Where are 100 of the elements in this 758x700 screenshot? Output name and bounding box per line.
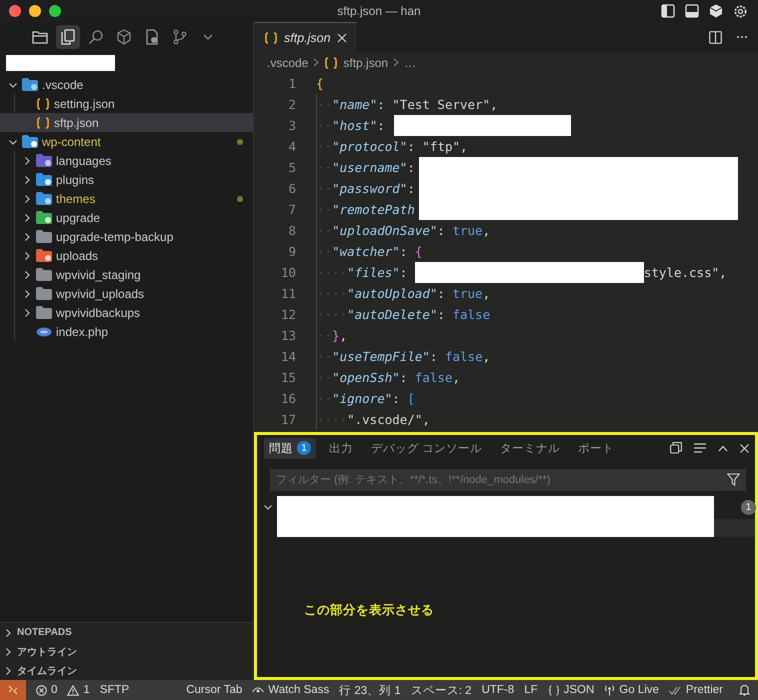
chevron-down-icon[interactable] <box>263 502 273 512</box>
indent-guide: ·· <box>316 367 332 388</box>
code-token: : <box>392 390 401 408</box>
code-token: "files" <box>347 264 400 282</box>
tree-item[interactable]: wpvivid_uploads <box>0 284 253 303</box>
breadcrumb-item[interactable]: .vscode <box>267 56 308 70</box>
file-name: upgrade-temp-backup <box>56 230 174 244</box>
chevron-up-icon[interactable] <box>718 444 728 452</box>
section-header[interactable]: タイムライン <box>0 661 253 680</box>
line-number: 2 <box>287 97 296 112</box>
indent-guide: ·· <box>316 136 332 157</box>
tree-item[interactable]: wpvividbackups <box>0 303 253 322</box>
remote-button[interactable] <box>0 680 26 700</box>
status-item[interactable]: Cursor Tab <box>186 684 242 696</box>
indent-guide: ···· <box>316 262 348 283</box>
more-icon[interactable] <box>736 35 748 39</box>
line-number: 8 <box>287 223 296 238</box>
status-item[interactable]: SFTP <box>100 684 130 696</box>
status-item[interactable]: スペース: 2 <box>410 682 472 698</box>
bell-icon[interactable] <box>739 684 750 696</box>
status-item[interactable]: Go Live <box>604 684 659 696</box>
status-item[interactable]: LF <box>524 684 538 696</box>
code-token: "ignore" <box>332 390 392 408</box>
tree-item[interactable]: uploads <box>0 246 253 265</box>
code-token: "name" <box>332 96 378 114</box>
code-token: , <box>490 96 498 114</box>
folder-icon <box>22 78 38 91</box>
status-item[interactable]: 1 <box>67 684 90 696</box>
code-token: "uploadOnSave" <box>332 222 438 240</box>
code-token: "autoDelete" <box>347 306 438 324</box>
settings-icon[interactable] <box>733 4 748 18</box>
code-token: } <box>332 327 340 345</box>
list-icon[interactable] <box>694 443 706 453</box>
indent-guide: ·· <box>316 115 332 136</box>
tree-item[interactable]: upgrade <box>0 208 253 227</box>
folder-icon <box>36 192 52 205</box>
panel-tab[interactable]: デバッグ コンソール <box>366 438 488 458</box>
file-name: themes <box>56 192 96 206</box>
code-token: "username" <box>332 159 408 177</box>
tree-item[interactable]: plugins <box>0 170 253 189</box>
close-icon[interactable] <box>336 32 347 42</box>
panel-toggle-icon[interactable] <box>685 4 699 18</box>
close-icon[interactable] <box>740 444 749 452</box>
indent-guide: ·· <box>316 178 332 199</box>
status-item[interactable]: 0 <box>36 684 58 696</box>
minimize-window-button[interactable] <box>29 5 41 17</box>
file-name: languages <box>56 154 112 168</box>
line-number: 9 <box>287 244 296 259</box>
sidebar-toggle-icon[interactable] <box>661 4 675 18</box>
copy-icon[interactable] <box>670 442 682 454</box>
indent-guide: ·· <box>316 157 332 178</box>
line-number: 14 <box>280 349 296 364</box>
tree-item[interactable]: .vscode <box>0 75 253 94</box>
braces-icon <box>264 32 278 44</box>
tree-item[interactable]: index.php <box>0 322 253 341</box>
file-name: setting.json <box>54 96 115 110</box>
count-badge: 1 <box>297 441 311 455</box>
code-token: , <box>719 264 727 282</box>
tree-item[interactable]: wpvivid_staging <box>0 265 253 284</box>
breadcrumb-item[interactable]: sftp.json <box>343 56 388 70</box>
status-item[interactable]: Prettier <box>668 684 723 696</box>
status-item[interactable]: 行 23、列 1 <box>339 682 401 698</box>
file-name: uploads <box>56 248 98 262</box>
editor-tab[interactable]: sftp.json <box>254 22 357 52</box>
status-item[interactable]: Watch Sass <box>252 684 330 696</box>
panel-tab[interactable]: 問題 1 <box>264 438 316 458</box>
braces-icon <box>36 116 50 128</box>
status-item[interactable]: UTF-8 <box>482 684 514 696</box>
tree-item[interactable]: languages <box>0 151 253 170</box>
panel-tab[interactable]: ターミナル <box>495 438 566 458</box>
section-header[interactable]: NOTEPADS <box>0 623 253 642</box>
code-token: "password" <box>332 180 408 198</box>
status-item[interactable]: JSON <box>548 684 594 696</box>
code-token: : <box>377 96 386 114</box>
code-token: : <box>377 117 386 135</box>
code-token: "ftp" <box>422 138 460 156</box>
tree-item[interactable]: upgrade-temp-backup <box>0 227 253 246</box>
maximize-window-button[interactable] <box>49 5 61 17</box>
modified-dot <box>237 196 243 202</box>
folder-icon <box>36 249 52 262</box>
cube-icon[interactable] <box>709 4 723 18</box>
breadcrumb-item[interactable]: … <box>404 56 416 70</box>
explorer-icon[interactable] <box>56 25 80 49</box>
tree-item[interactable]: setting.json <box>0 94 253 113</box>
panel-tab[interactable]: ポート <box>573 438 620 458</box>
indent-guide: ·· <box>316 220 332 241</box>
tree-item[interactable]: wp-content <box>0 132 253 151</box>
panel-tab[interactable]: 出力 <box>324 438 358 458</box>
filter-field[interactable]: フィルター (例: テキスト、**/*.ts、!**/node_modules/**) <box>270 469 746 491</box>
section-header[interactable]: アウトライン <box>0 642 253 661</box>
close-window-button[interactable] <box>9 5 21 17</box>
warning-icon <box>67 684 80 696</box>
line-number: 17 <box>280 412 296 427</box>
tree-item[interactable]: sftp.json <box>0 113 253 132</box>
code-token: "watcher" <box>332 243 400 261</box>
code-token: false <box>414 369 452 387</box>
split-editor-icon[interactable] <box>709 30 722 44</box>
tree-item[interactable]: themes <box>0 189 253 208</box>
code-token: , <box>482 222 490 240</box>
filter-icon[interactable] <box>727 473 740 486</box>
